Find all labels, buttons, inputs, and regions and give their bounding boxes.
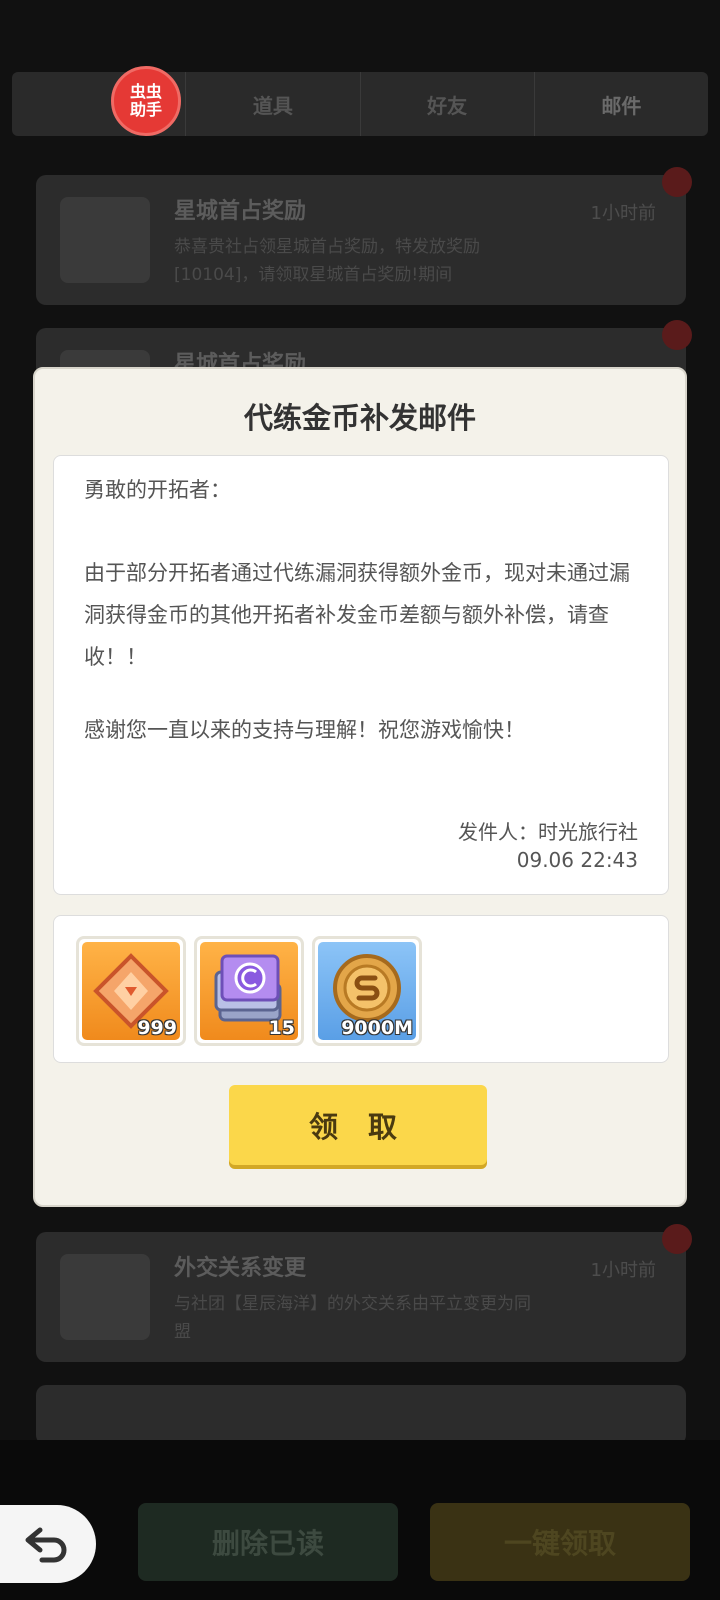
mail-thanks: 感谢您一直以来的支持与理解！祝您游戏愉快！ [84, 718, 525, 742]
mail-preview: 与社团【星辰海洋】的外交关系由平立变更为同盟 [174, 1294, 531, 1342]
mail-greeting: 勇敢的开拓者： [84, 478, 231, 502]
mail-item[interactable] [36, 1385, 686, 1445]
mail-timestamp: 09.06 22:43 [516, 848, 638, 872]
reward-count: 15 [268, 1017, 295, 1039]
unread-dot-icon [662, 1224, 692, 1254]
tab-friends[interactable]: 好友 [361, 72, 535, 136]
mail-body: 由于部分开拓者通过代练漏洞获得额外金币，现对未通过漏洞获得金币的其他开拓者补发金… [84, 561, 630, 669]
reward-item[interactable]: 999 [76, 936, 186, 1046]
helper-badge-line2: 助手 [129, 100, 162, 119]
mail-sender: 发件人：时光旅行社 [458, 820, 638, 844]
mail-thumbnail [60, 1254, 150, 1340]
reward-item[interactable]: 15 [194, 936, 304, 1046]
reward-item[interactable]: 9000M [312, 936, 422, 1046]
tab-items[interactable]: 道具 [186, 72, 361, 136]
claim-all-button[interactable]: 一键领取 [430, 1503, 690, 1581]
tab-mail[interactable]: 邮件 [535, 72, 708, 136]
mail-date: 1小时前 [590, 1260, 656, 1281]
mail-thumbnail [60, 197, 150, 283]
modal-title: 代练金币补发邮件 [243, 401, 476, 435]
delete-read-button[interactable]: 删除已读 [138, 1503, 398, 1581]
mail-item[interactable]: 星城首占奖励 1小时前 恭喜贵社占领星城首占奖励，特发放奖励[10104]，请领… [36, 167, 692, 305]
mail-date: 1小时前 [590, 203, 656, 224]
reward-list: 999 15 9000M [53, 915, 669, 1063]
back-button[interactable] [0, 1505, 96, 1583]
helper-badge-line1: 虫虫 [129, 82, 162, 101]
reward-count: 999 [137, 1017, 177, 1039]
back-arrow-icon [25, 1527, 67, 1563]
mail-title: 外交关系变更 [174, 1256, 307, 1281]
claim-button[interactable]: 领 取 [229, 1085, 487, 1165]
unread-dot-icon [662, 320, 692, 350]
helper-app-badge[interactable]: 虫虫 助手 [111, 66, 181, 136]
mail-item[interactable]: 外交关系变更 1小时前 与社团【星辰海洋】的外交关系由平立变更为同盟 [36, 1224, 692, 1362]
mail-detail-modal: 代练金币补发邮件 勇敢的开拓者： 由于部分开拓者通过代练漏洞获得额外金币，现对未… [33, 367, 687, 1207]
mail-preview: 恭喜贵社占领星城首占奖励，特发放奖励[10104]，请领取星城首占奖励!期间 [174, 237, 480, 285]
unread-dot-icon [662, 167, 692, 197]
reward-count: 9000M [341, 1017, 413, 1039]
mail-content-panel: 勇敢的开拓者： 由于部分开拓者通过代练漏洞获得额外金币，现对未通过漏洞获得金币的… [53, 455, 669, 895]
mail-title: 星城首占奖励 [174, 199, 307, 224]
